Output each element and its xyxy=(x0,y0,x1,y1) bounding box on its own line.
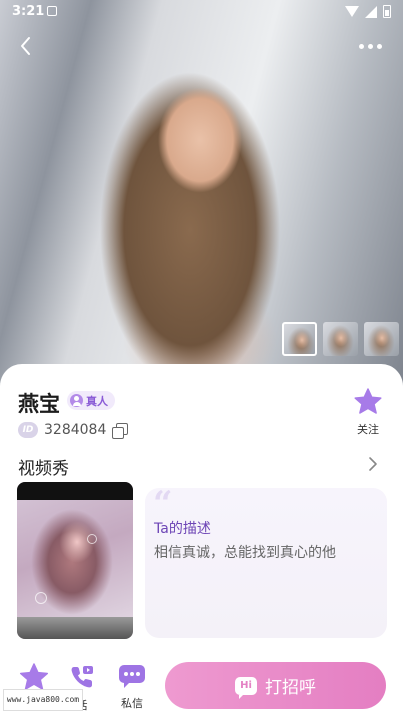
video-bottom-bar xyxy=(17,617,133,639)
follow-label: 关注 xyxy=(357,423,379,436)
video-section-more-button[interactable] xyxy=(365,456,381,472)
video-top-bar xyxy=(17,482,133,500)
video-call-icon xyxy=(71,666,93,688)
greet-button[interactable]: Hi 打招呼 xyxy=(165,662,386,709)
back-button[interactable] xyxy=(14,34,38,58)
video-thumbnail[interactable] xyxy=(17,482,133,639)
sparkle-icon xyxy=(87,534,97,544)
battery-icon xyxy=(383,5,391,18)
more-dot-icon xyxy=(377,43,382,49)
message-button[interactable]: 私信 xyxy=(112,663,152,711)
notification-icon xyxy=(47,6,57,16)
status-time: 3:21 xyxy=(12,4,45,19)
watermark: www.java800.com xyxy=(3,689,83,711)
signal-icon xyxy=(365,5,377,18)
more-dot-icon xyxy=(368,43,373,49)
photo-thumbnail[interactable] xyxy=(364,322,399,356)
wifi-icon xyxy=(345,6,359,17)
message-label: 私信 xyxy=(121,697,143,710)
star-icon xyxy=(354,388,382,414)
description-box: “ Ta的描述 相信真诚，总能找到真心的他 xyxy=(145,484,387,638)
chevron-left-icon xyxy=(21,37,30,55)
verified-label: 真人 xyxy=(86,394,108,408)
verified-badge: 真人 xyxy=(67,391,115,410)
user-id-number: 3284084 xyxy=(44,422,107,438)
star-icon xyxy=(19,663,49,690)
follow-button[interactable]: 关注 xyxy=(353,388,383,437)
hi-bubble-icon: Hi xyxy=(235,676,257,699)
chat-icon xyxy=(119,665,145,688)
id-badge-icon: ID xyxy=(18,422,38,438)
user-id-row: ID 3284084 xyxy=(18,422,129,439)
video-section-title: 视频秀 xyxy=(18,459,69,479)
greet-label: 打招呼 xyxy=(265,678,316,698)
sparkle-icon xyxy=(35,592,47,604)
photo-thumbnail[interactable] xyxy=(323,322,358,356)
person-icon xyxy=(70,394,83,407)
more-dot-icon xyxy=(359,43,364,49)
copy-icon[interactable] xyxy=(112,422,129,439)
photo-thumbnails xyxy=(282,322,399,356)
description-title: Ta的描述 xyxy=(154,521,211,537)
photo-thumbnail[interactable] xyxy=(282,322,317,356)
description-text: 相信真诚，总能找到真心的他 xyxy=(154,545,336,561)
status-bar: 3:21 xyxy=(0,0,403,24)
more-options-button[interactable] xyxy=(359,34,387,58)
profile-name: 燕宝 xyxy=(18,392,60,416)
chevron-right-icon xyxy=(369,457,377,471)
